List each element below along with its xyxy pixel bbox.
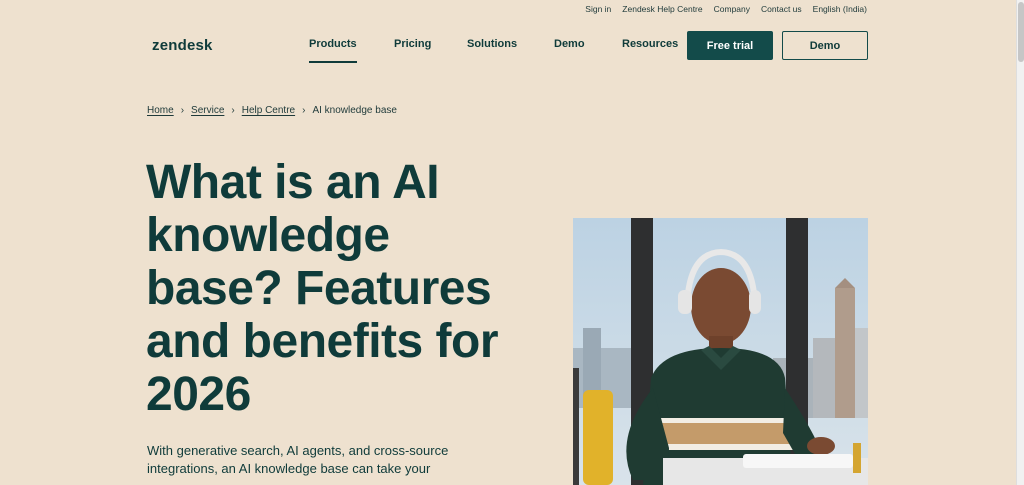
nav-resources[interactable]: Resources [622,38,678,50]
nav-pricing[interactable]: Pricing [394,38,431,50]
hero-photo [573,218,868,485]
breadcrumb-help-centre[interactable]: Help Centre [242,105,295,116]
utility-nav: Sign in Zendesk Help Centre Company Cont… [585,4,867,14]
chevron-right-icon: › [180,105,185,116]
free-trial-button[interactable]: Free trial [687,31,773,60]
breadcrumb-current: AI knowledge base [312,105,397,116]
main-nav: Products Pricing Solutions Demo Resource… [0,38,1024,63]
language-selector[interactable]: English (India) [813,4,867,14]
page-title: What is an AI knowledge base? Features a… [146,156,499,421]
nav-solutions[interactable]: Solutions [467,38,517,50]
chevron-right-icon: › [302,105,306,116]
scrollbar-thumb[interactable] [1018,2,1024,62]
demo-button[interactable]: Demo [782,31,868,60]
company-link[interactable]: Company [714,4,750,14]
breadcrumb: Home › Service › Help Centre › AI knowle… [147,105,397,116]
help-centre-link[interactable]: Zendesk Help Centre [622,4,702,14]
scrollbar[interactable] [1016,0,1024,485]
breadcrumb-service[interactable]: Service [191,105,224,116]
nav-demo[interactable]: Demo [554,38,585,50]
nav-products[interactable]: Products [309,38,357,63]
breadcrumb-home[interactable]: Home [147,105,174,116]
chevron-right-icon: › [231,105,235,116]
contact-us-link[interactable]: Contact us [761,4,802,14]
hero-subtitle: With generative search, AI agents, and c… [147,443,449,476]
sign-in-link[interactable]: Sign in [585,4,611,14]
